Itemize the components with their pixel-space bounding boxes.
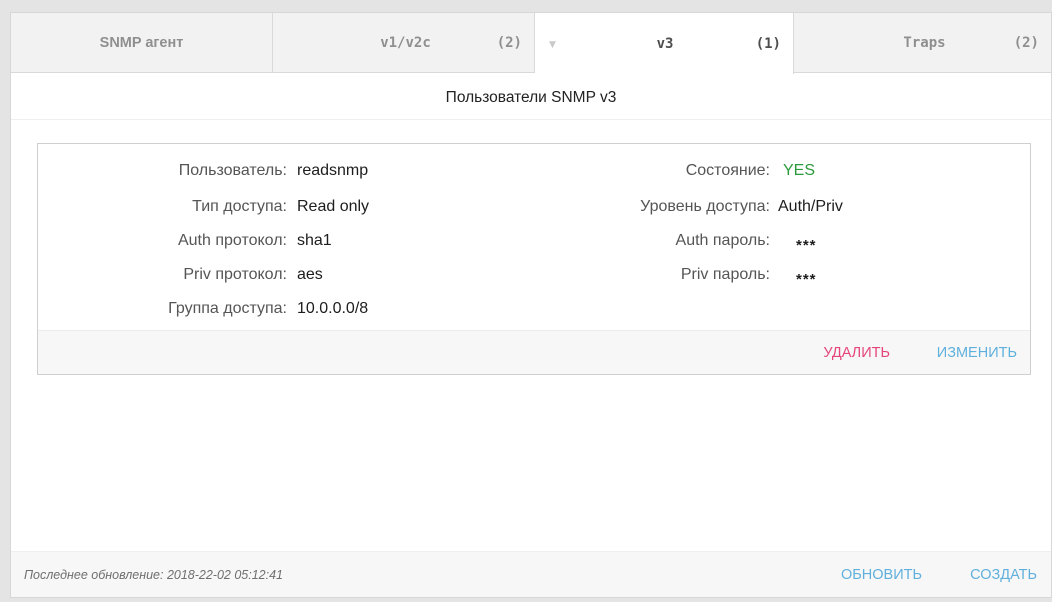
access-level-value: Auth/Priv xyxy=(778,198,843,215)
priv-password-row: Priv пароль: xyxy=(38,265,770,285)
auth-password-value: *** xyxy=(796,237,817,254)
state-row: Состояние: xyxy=(38,161,770,181)
refresh-button[interactable]: ОБНОВИТЬ xyxy=(841,567,922,583)
section-title: Пользователи SNMP v3 xyxy=(445,89,617,106)
tab-label: v1/v2c xyxy=(380,35,431,51)
tab-v1-v2c[interactable]: v1/v2c (2) xyxy=(273,13,535,73)
state-label: Состояние: xyxy=(685,162,770,179)
card-actions: УДАЛИТЬ ИЗМЕНИТЬ xyxy=(38,330,1030,374)
tab-count: (2) xyxy=(496,35,522,51)
tab-count: (2) xyxy=(1013,35,1039,51)
priv-password-value: *** xyxy=(796,271,817,288)
auth-password-row: Auth пароль: xyxy=(38,231,770,251)
edit-button[interactable]: ИЗМЕНИТЬ xyxy=(937,345,1017,361)
tab-label: SNMP агент xyxy=(99,35,184,51)
tab-label: v3 xyxy=(656,35,674,52)
divider xyxy=(11,119,1051,120)
tab-traps[interactable]: Traps (2) xyxy=(794,13,1051,73)
access-group-row: Группа доступа: xyxy=(38,299,287,319)
tab-bar: SNMP агент v1/v2c (2) ▼ v3 (1) Traps (2) xyxy=(11,13,1051,74)
tab-label: Traps xyxy=(903,35,946,51)
access-level-label: Уровень доступа: xyxy=(640,198,770,215)
access-level-row: Уровень доступа: xyxy=(38,197,770,217)
priv-password-label: Priv пароль: xyxy=(680,266,770,283)
snmp-settings-window: SNMP агент v1/v2c (2) ▼ v3 (1) Traps (2)… xyxy=(10,12,1052,598)
access-group-value: 10.0.0.0/8 xyxy=(297,300,369,317)
tab-v3[interactable]: ▼ v3 (1) xyxy=(535,13,794,74)
tab-snmp-agent[interactable]: SNMP агент xyxy=(11,13,273,73)
user-card: Пользователь: readsnmp Тип доступа: Read… xyxy=(37,143,1031,375)
last-update-text: Последнее обновление: 2018-22-02 05:12:4… xyxy=(24,567,284,582)
tab-count: (1) xyxy=(755,35,781,52)
delete-button[interactable]: УДАЛИТЬ xyxy=(823,345,890,361)
access-group-label: Группа доступа: xyxy=(168,300,287,317)
create-button[interactable]: СОЗДАТЬ xyxy=(970,567,1037,583)
status-badge: YES xyxy=(783,162,816,179)
bottom-bar: Последнее обновление: 2018-22-02 05:12:4… xyxy=(11,551,1051,597)
auth-password-label: Auth пароль: xyxy=(675,232,770,249)
